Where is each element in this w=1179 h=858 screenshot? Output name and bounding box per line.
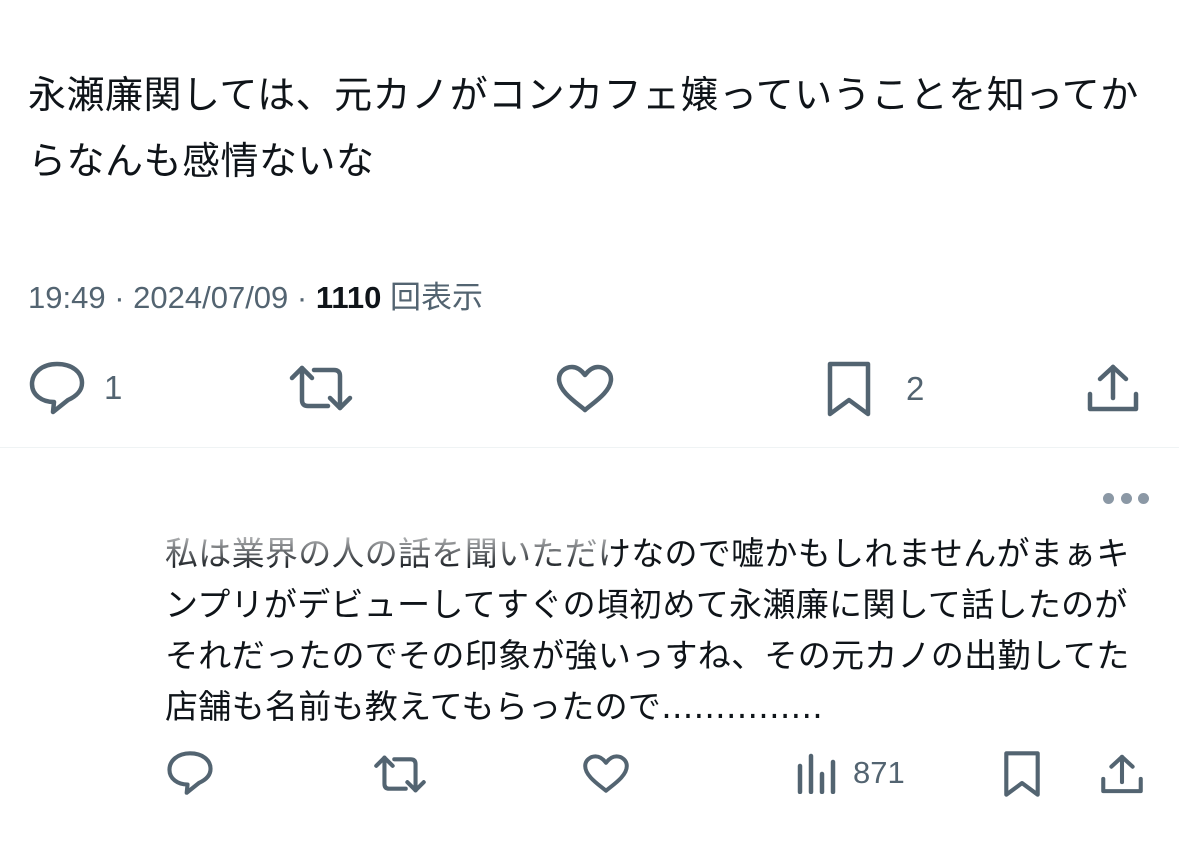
- retweet-icon: [374, 755, 426, 793]
- share-icon: [1087, 364, 1139, 412]
- reply-retweet-button[interactable]: [373, 754, 427, 794]
- retweet-button[interactable]: [288, 364, 354, 412]
- bar-chart-icon: [797, 753, 836, 794]
- share-button[interactable]: [1086, 362, 1140, 414]
- more-button[interactable]: [1103, 484, 1149, 512]
- more-icon-dot: [1120, 492, 1132, 504]
- reply-like-button[interactable]: [582, 754, 630, 794]
- reply-bookmark-button[interactable]: [1003, 750, 1041, 798]
- views-count[interactable]: 1110: [316, 280, 382, 315]
- heart-icon: [556, 364, 614, 413]
- more-icon-dot: [1103, 492, 1114, 504]
- meta-separator: ·: [296, 280, 316, 315]
- speech-bubble-icon: [167, 751, 213, 795]
- bookmark-button[interactable]: 2: [826, 360, 924, 418]
- share-icon: [1101, 754, 1143, 794]
- bookmark-icon: [827, 361, 871, 417]
- reply-button[interactable]: 1: [28, 360, 122, 416]
- speech-bubble-icon: [29, 361, 85, 415]
- reply-count: 1: [104, 369, 123, 406]
- reply-views-button[interactable]: 871: [796, 752, 905, 794]
- like-button[interactable]: [555, 364, 615, 414]
- meta-separator: ·: [114, 280, 134, 315]
- divider: [0, 447, 1179, 448]
- fade-overlay: [150, 528, 610, 570]
- tweet-time: 19:49: [28, 280, 106, 315]
- bookmark-icon: [1004, 751, 1040, 797]
- tweet-date: 2024/07/09: [133, 280, 289, 315]
- views-label[interactable]: 回表示: [390, 280, 483, 315]
- reply-views-count: 871: [853, 755, 905, 790]
- reply-reply-button[interactable]: [166, 750, 214, 796]
- bookmark-count: 2: [906, 370, 925, 407]
- tweet-text: 永瀬廉関しては、元カノがコンカフェ嬢っていうことを知ってからなんも感情ないな: [28, 73, 1139, 183]
- more-icon-dot: [1138, 492, 1149, 504]
- reply-share-button[interactable]: [1100, 752, 1144, 796]
- heart-icon: [583, 754, 629, 793]
- retweet-icon: [289, 365, 353, 411]
- tweet-meta: 19:49 · 2024/07/09 · 1110 回表示: [28, 272, 483, 317]
